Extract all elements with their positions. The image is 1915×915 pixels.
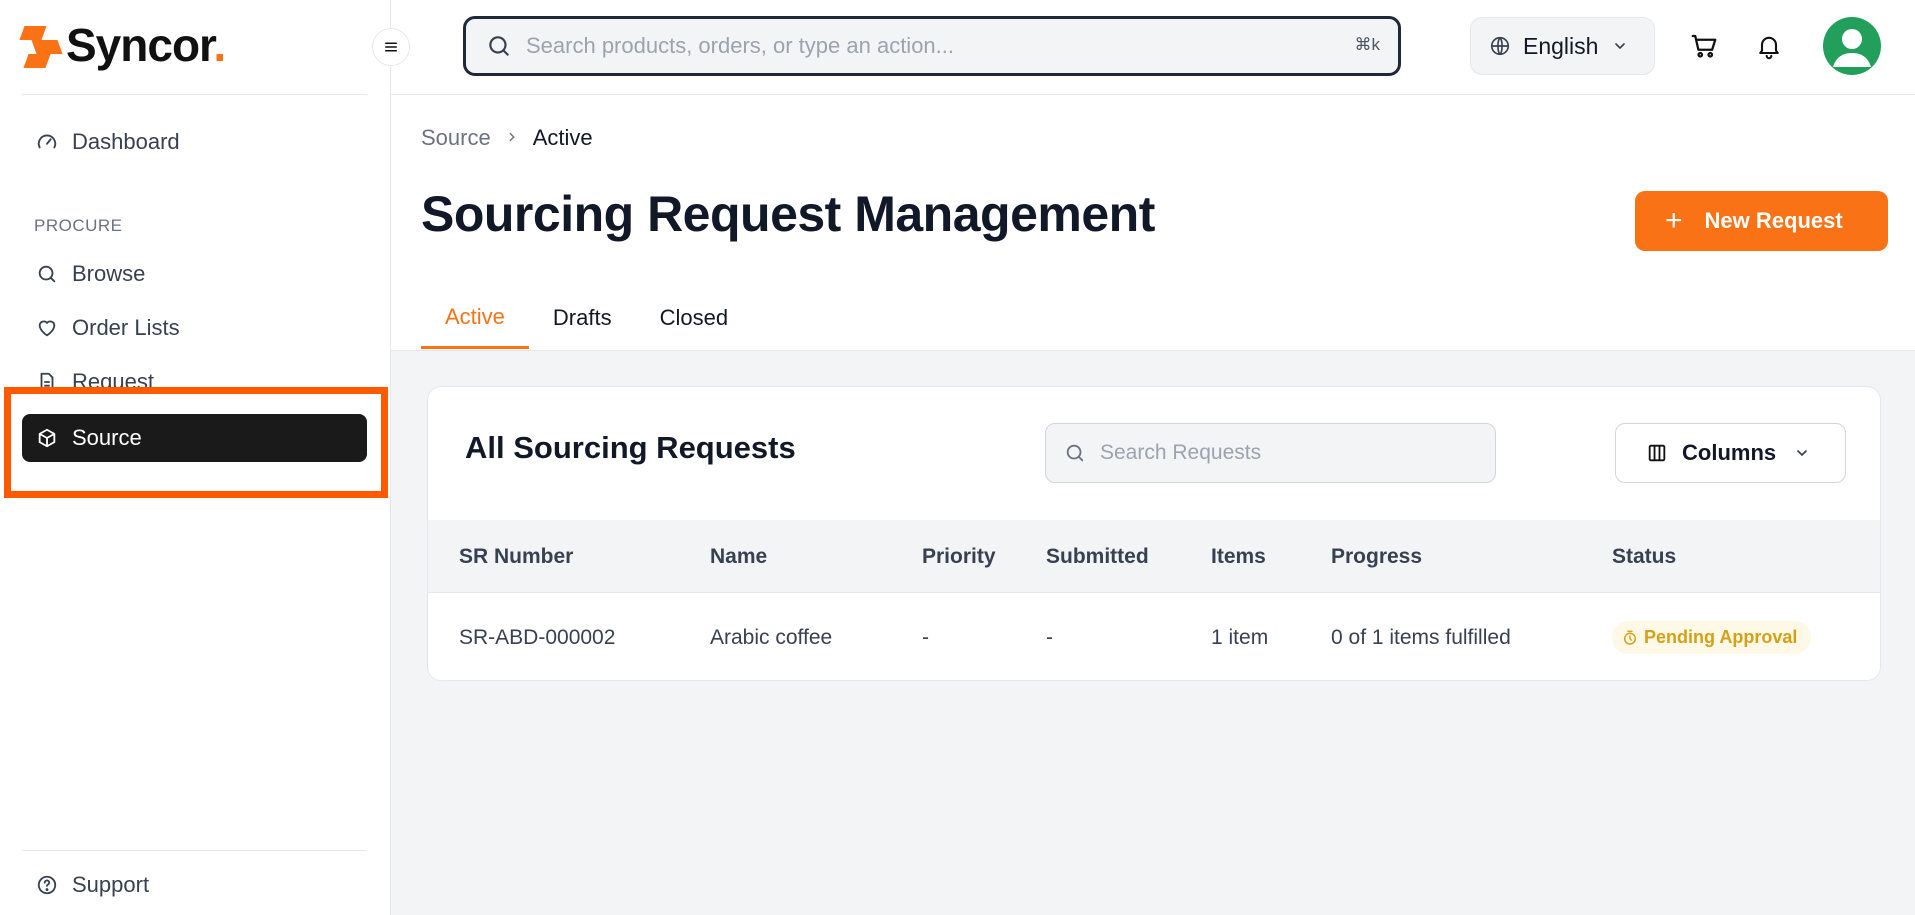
card-title: All Sourcing Requests [465, 430, 796, 465]
columns-label: Columns [1682, 440, 1777, 465]
sidebar-divider [22, 94, 367, 95]
cart-icon [1691, 34, 1717, 58]
global-search[interactable]: ⌘k [463, 16, 1401, 76]
columns-icon [1648, 444, 1666, 462]
requests-search[interactable] [1045, 423, 1496, 483]
globe-icon [1490, 36, 1510, 56]
search-icon [489, 36, 509, 56]
search-icon [1066, 444, 1084, 462]
sidebar-toggle-button[interactable] [372, 28, 410, 66]
column-header-sr-number[interactable]: SR Number [459, 520, 573, 593]
sidebar-item-request[interactable]: Request [22, 358, 367, 406]
plus-icon: + [1665, 204, 1683, 237]
chevron-down-icon [1615, 43, 1626, 50]
cell-name: Arabic coffee [710, 625, 833, 649]
cell-items: 1 item [1211, 625, 1269, 649]
new-request-label: New Request [1704, 208, 1843, 233]
global-search-input[interactable] [526, 33, 1326, 59]
new-request-button[interactable]: + New Request [1635, 191, 1888, 251]
shortcut-hint: ⌘k [1354, 35, 1381, 54]
requests-search-input[interactable] [1100, 441, 1480, 465]
table-header: SR Number Name Priority Submitted Items … [428, 520, 1880, 593]
user-icon [1833, 29, 1871, 67]
column-header-status[interactable]: Status [1612, 520, 1676, 593]
sidebar-item-label: Source [72, 425, 142, 450]
notifications-button[interactable] [1751, 28, 1787, 64]
help-circle-icon [34, 872, 60, 898]
sidebar-item-label: Browse [72, 261, 146, 286]
avatar[interactable] [1823, 17, 1881, 75]
brand-logo[interactable]: Syncor. [19, 19, 226, 71]
status-label: Pending Approval [1644, 627, 1798, 647]
tab-closed[interactable]: Closed [636, 287, 752, 349]
timer-icon [1622, 630, 1638, 646]
cell-priority: - [922, 625, 929, 649]
sidebar-item-label: Dashboard [72, 129, 180, 154]
column-header-progress[interactable]: Progress [1331, 520, 1422, 593]
heart-icon [34, 315, 60, 341]
sidebar-item-dashboard[interactable]: Dashboard [22, 118, 367, 166]
language-selector[interactable]: English [1470, 17, 1655, 75]
tab-bar: Active Drafts Closed [421, 287, 752, 351]
sidebar-item-label: Order Lists [72, 315, 180, 340]
sidebar-item-label: Support [72, 872, 150, 897]
brand-dot: . [213, 19, 226, 71]
sidebar: Syncor. Dashboard PROCURE Browse Order L… [0, 0, 391, 915]
column-header-submitted[interactable]: Submitted [1046, 520, 1149, 593]
column-header-priority[interactable]: Priority [922, 520, 996, 593]
cell-submitted: - [1046, 625, 1053, 649]
chevron-down-icon [1797, 450, 1807, 457]
columns-button[interactable]: Columns [1615, 423, 1846, 483]
menu-icon [385, 42, 397, 52]
status-badge: Pending Approval [1612, 621, 1812, 654]
sidebar-item-browse[interactable]: Browse [22, 250, 367, 298]
sidebar-item-support[interactable]: Support [22, 861, 367, 909]
table-row[interactable]: SR-ABD-000002 Arabic coffee - - 1 item 0… [428, 593, 1880, 680]
document-icon [34, 369, 60, 395]
sidebar-item-source[interactable]: Source [22, 414, 367, 462]
language-label: English [1523, 32, 1599, 59]
gauge-icon [34, 129, 60, 155]
cell-status: Pending Approval [1612, 593, 1812, 680]
breadcrumb-parent[interactable]: Source [421, 125, 491, 151]
search-icon [34, 261, 60, 287]
sidebar-divider [22, 850, 367, 851]
bell-icon [1759, 36, 1779, 60]
logo-mark-icon [19, 20, 64, 70]
page-title: Sourcing Request Management [421, 186, 1155, 242]
sidebar-item-order-lists[interactable]: Order Lists [22, 304, 367, 352]
breadcrumb-current: Active [532, 125, 593, 150]
tab-drafts[interactable]: Drafts [529, 287, 636, 349]
column-header-name[interactable]: Name [710, 520, 767, 593]
page-header: Source Active Sourcing Request Managemen… [391, 95, 1915, 351]
sourcing-requests-card: All Sourcing Requests Columns SR Number … [427, 386, 1881, 681]
tab-active[interactable]: Active [421, 287, 529, 349]
section-label-procure: PROCURE [34, 216, 123, 235]
cell-sr-number[interactable]: SR-ABD-000002 [459, 593, 615, 680]
breadcrumb: Source Active [421, 125, 593, 151]
cell-progress: 0 of 1 items fulfilled [1331, 625, 1511, 649]
cart-button[interactable] [1686, 28, 1722, 64]
chevron-right-icon [505, 127, 519, 150]
brand-name: Syncor [66, 19, 214, 71]
top-bar: ⌘k English [391, 0, 1915, 95]
box-icon [34, 425, 60, 451]
sidebar-item-label: Request [72, 369, 154, 394]
column-header-items[interactable]: Items [1211, 520, 1266, 593]
